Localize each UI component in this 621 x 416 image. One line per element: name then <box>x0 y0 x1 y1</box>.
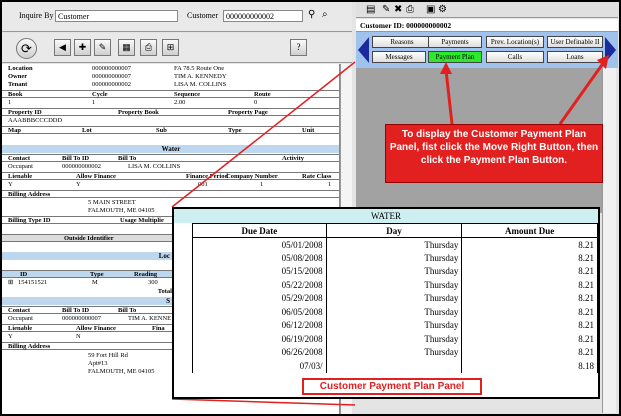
amount-due: 8.21 <box>461 305 598 319</box>
day: Thursday <box>325 251 463 265</box>
payment-plan-panel: WATER Due Date Day Amount Due 05/01/2008… <box>172 207 600 399</box>
amount-due: 8.21 <box>461 237 598 251</box>
due-date: 05/15/2008 <box>192 264 327 278</box>
table-row[interactable]: 06/19/2008 Thursday 8.21 <box>192 332 598 346</box>
amount-due: 8.18 <box>461 359 598 373</box>
table-row[interactable]: 07/03/8.18 <box>192 359 598 373</box>
day-header[interactable]: Day <box>325 223 463 238</box>
due-date-header[interactable]: Due Date <box>192 223 327 238</box>
amount-due: 8.21 <box>461 332 598 346</box>
panel-link-line-bottom <box>171 398 356 406</box>
due-date: 06/26/2008 <box>192 345 327 359</box>
day: Thursday <box>325 345 463 359</box>
amount-due: 8.21 <box>461 264 598 278</box>
arrow-head-payment-plan <box>440 62 452 74</box>
table-row[interactable]: 06/26/2008 Thursday 8.21 <box>192 345 598 359</box>
amount-due: 8.21 <box>461 291 598 305</box>
amount-due: 8.21 <box>461 251 598 265</box>
day <box>325 359 463 373</box>
arrow-to-move-right <box>558 61 606 125</box>
table-row[interactable]: 05/01/2008 Thursday 8.21 <box>192 237 598 251</box>
day: Thursday <box>325 332 463 346</box>
due-date: 07/03/ <box>192 359 327 373</box>
amount-due: 8.21 <box>461 278 598 292</box>
day: Thursday <box>325 264 463 278</box>
due-date: 05/01/2008 <box>192 237 327 251</box>
table-row[interactable]: 05/08/2008 Thursday 8.21 <box>192 251 598 265</box>
day: Thursday <box>325 305 463 319</box>
payment-plan-table: Due Date Day Amount Due 05/01/2008 Thursd… <box>192 223 598 373</box>
due-date: 05/08/2008 <box>192 251 327 265</box>
table-row[interactable]: 06/05/2008 Thursday 8.21 <box>192 305 598 319</box>
amount-due: 8.21 <box>461 318 598 332</box>
amount-due-header[interactable]: Amount Due <box>461 223 598 238</box>
arrow-to-payment-plan <box>444 69 454 125</box>
table-row[interactable]: 06/12/2008 Thursday 8.21 <box>192 318 598 332</box>
due-date: 05/29/2008 <box>192 291 327 305</box>
table-row[interactable]: 05/22/2008 Thursday 8.21 <box>192 278 598 292</box>
amount-due: 8.21 <box>461 345 598 359</box>
day: Thursday <box>325 278 463 292</box>
instruction-callout: To display the Customer Payment Plan Pan… <box>385 124 603 183</box>
table-row[interactable]: 05/15/2008 Thursday 8.21 <box>192 264 598 278</box>
due-date: 05/22/2008 <box>192 278 327 292</box>
table-row[interactable]: 05/29/2008 Thursday 8.21 <box>192 291 598 305</box>
day: Thursday <box>325 291 463 305</box>
due-date: 06/19/2008 <box>192 332 327 346</box>
panel-link-line-top <box>171 61 356 208</box>
plan-title: WATER <box>174 209 598 223</box>
due-date: 06/12/2008 <box>192 318 327 332</box>
due-date: 06/05/2008 <box>192 305 327 319</box>
day: Thursday <box>325 318 463 332</box>
plan-caption: Customer Payment Plan Panel <box>302 378 482 395</box>
day: Thursday <box>325 237 463 251</box>
